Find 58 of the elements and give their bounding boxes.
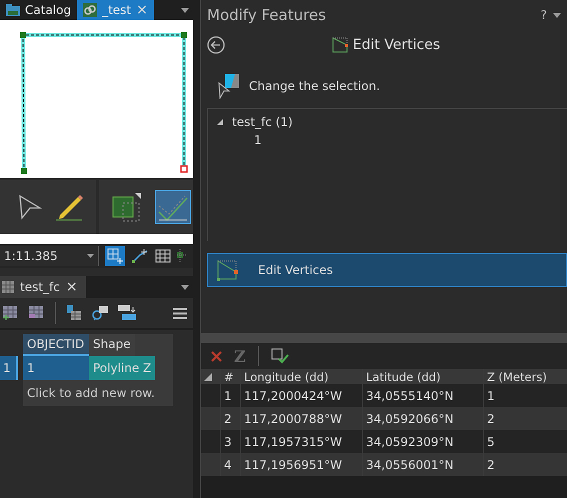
tree-item[interactable]: test_fc (1) xyxy=(232,115,293,129)
zoom-table-icon[interactable] xyxy=(92,305,108,321)
table-cell: 34,0556001°N xyxy=(363,453,484,476)
snap-icon[interactable] xyxy=(131,248,149,264)
help-icon[interactable]: ? xyxy=(540,8,547,22)
table-cell: Polyline Z xyxy=(89,356,156,380)
map-tab[interactable]: _test × xyxy=(77,0,154,20)
vertices-icon xyxy=(216,259,240,281)
grid-icon[interactable] xyxy=(155,249,171,263)
add-row-icon[interactable] xyxy=(3,306,19,320)
table-rows-icon[interactable] xyxy=(29,306,45,320)
tab-label: test_fc xyxy=(20,280,60,294)
close-icon[interactable]: × xyxy=(66,280,78,294)
new-row-hint[interactable]: Click to add new row. xyxy=(23,380,173,406)
grid-plus-icon xyxy=(107,248,123,264)
tool-title: Edit Vertices xyxy=(352,37,440,53)
column-header[interactable]: OBJECTID xyxy=(23,334,89,356)
cursor-icon[interactable] xyxy=(18,194,42,220)
pencil-icon[interactable] xyxy=(54,193,84,221)
tree-item[interactable]: 1 xyxy=(216,131,567,149)
table-icon xyxy=(2,281,14,293)
tool-item[interactable]: Edit Vertices xyxy=(207,253,567,287)
vertices-icon xyxy=(332,37,350,53)
caret-icon xyxy=(87,254,94,258)
tab-label: Catalog xyxy=(25,3,72,17)
table-cell-text: 2 xyxy=(486,410,496,428)
column-header[interactable]: Z (Meters) xyxy=(484,369,567,384)
snapping-button[interactable] xyxy=(105,246,125,266)
expander-icon[interactable] xyxy=(216,118,224,126)
crosshair-icon[interactable] xyxy=(177,249,187,263)
edit-vertices-tool[interactable] xyxy=(155,190,191,224)
table-cell-text: 2 xyxy=(486,456,496,474)
menu-icon[interactable] xyxy=(173,308,187,318)
row-header[interactable]: 1 xyxy=(0,356,18,380)
table-cell: 1 xyxy=(23,356,89,380)
pane-title: Modify Features xyxy=(207,6,327,24)
map-tab[interactable]: Catalog xyxy=(0,0,78,20)
tab-label: _test xyxy=(102,3,132,17)
delete-icon[interactable] xyxy=(211,350,222,362)
zoom-to-selection-icon[interactable] xyxy=(66,305,82,321)
table-cell: 117,1956951°W xyxy=(241,453,363,476)
selection-hint: Change the selection. xyxy=(249,79,380,93)
dropdown-icon[interactable] xyxy=(181,8,189,12)
table-cell-text: 1 xyxy=(486,388,496,404)
map-icon xyxy=(83,3,98,17)
select-vertices-icon[interactable] xyxy=(111,191,143,223)
table-cell: 4 xyxy=(221,453,241,476)
table-tab[interactable]: test_fc × xyxy=(0,276,86,298)
back-icon[interactable] xyxy=(207,36,225,54)
select-cursor-icon[interactable] xyxy=(217,73,241,99)
table-cell-text: 5 xyxy=(486,434,496,450)
scale-field[interactable]: 1:11.385 xyxy=(0,246,99,266)
column-header[interactable]: Shape xyxy=(89,334,135,356)
finish-vertices-icon[interactable] xyxy=(270,348,289,364)
dropdown-icon[interactable] xyxy=(181,284,189,290)
switch-selection-icon[interactable] xyxy=(118,305,136,321)
folder-icon xyxy=(6,4,20,16)
dropdown-icon[interactable] xyxy=(553,12,561,18)
